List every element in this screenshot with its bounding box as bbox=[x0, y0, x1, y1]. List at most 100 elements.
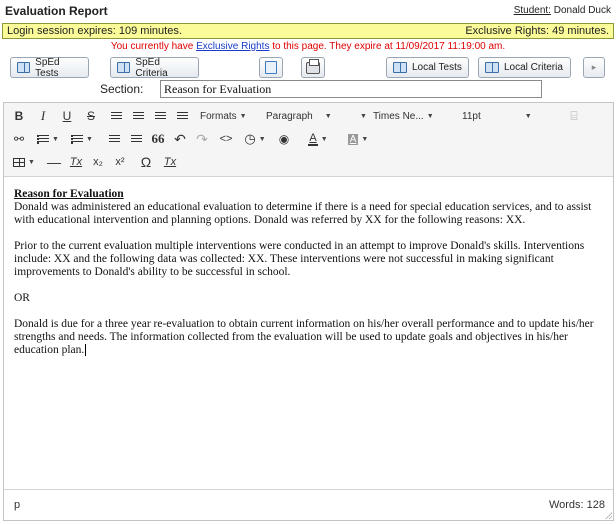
special-character-button[interactable]: Ω bbox=[136, 151, 156, 173]
undo-icon: ↶ bbox=[174, 130, 186, 147]
element-path[interactable]: p bbox=[14, 499, 20, 511]
sped-criteria-label: SpEd Criteria bbox=[135, 56, 168, 79]
remove-format-button[interactable]: Tx bbox=[66, 151, 86, 173]
align-right-button[interactable] bbox=[150, 105, 170, 127]
paragraph-4-text: Donald is due for a three year re-evalua… bbox=[14, 318, 594, 356]
numbered-list-button[interactable]: ▼ bbox=[66, 128, 98, 150]
resize-grip-icon[interactable] bbox=[605, 512, 612, 519]
section-label: Section: bbox=[100, 82, 144, 96]
table-icon bbox=[13, 157, 26, 167]
outdent-icon bbox=[108, 134, 120, 144]
title-bar: Evaluation Report Student: Donald Duck bbox=[0, 0, 616, 22]
binoculars-icon: ⚯ bbox=[13, 132, 25, 146]
print-button[interactable] bbox=[301, 57, 325, 78]
align-left-icon bbox=[110, 111, 122, 121]
align-right-icon bbox=[154, 111, 166, 121]
rights-message-after: to this page. They expire at 11/09/2017 … bbox=[269, 41, 506, 52]
formats-dropdown[interactable]: Formats ▼ bbox=[200, 105, 260, 127]
formats-label: Formats bbox=[200, 110, 237, 122]
word-count: Words: 128 bbox=[548, 499, 605, 511]
strikethrough-button[interactable]: S bbox=[80, 105, 102, 127]
editor-toolbar: B I U S Formats ▼ Paragraph ▼ ▼ Times Ne...… bbox=[4, 103, 613, 177]
paragraph-dropdown[interactable]: Paragraph ▼ bbox=[266, 105, 350, 127]
indent-button[interactable] bbox=[126, 128, 146, 150]
blockquote-button[interactable]: 66 bbox=[148, 128, 168, 150]
undo-button[interactable]: ↶ bbox=[170, 128, 190, 150]
horizontal-line-icon: — bbox=[47, 154, 61, 170]
align-justify-button[interactable] bbox=[172, 105, 192, 127]
chevron-right-icon: ▸ bbox=[591, 62, 597, 72]
eye-icon: ◉ bbox=[278, 132, 290, 146]
exclusive-rights-link[interactable]: Exclusive Rights bbox=[196, 41, 269, 52]
document-heading: Reason for Evaluation bbox=[14, 188, 124, 200]
rights-message: You currently have Exclusive Rights to t… bbox=[0, 41, 616, 52]
font-family-label: Times Ne... bbox=[372, 110, 424, 122]
italic-button[interactable]: I bbox=[32, 105, 54, 127]
section-input[interactable] bbox=[160, 80, 542, 98]
book-icon bbox=[485, 62, 499, 73]
align-center-icon bbox=[132, 111, 144, 121]
exclusive-rights-time: Exclusive Rights: 49 minutes. bbox=[465, 25, 609, 37]
local-criteria-label: Local Criteria bbox=[504, 62, 563, 73]
align-justify-icon bbox=[176, 111, 188, 121]
student-name: Donald Duck bbox=[553, 5, 611, 16]
paragraph-3: OR bbox=[14, 292, 30, 304]
align-left-button[interactable] bbox=[106, 105, 126, 127]
local-criteria-button[interactable]: Local Criteria bbox=[478, 57, 571, 78]
page-break-button[interactable]: ⌸ bbox=[564, 105, 584, 127]
preview-button[interactable]: ◉ bbox=[274, 128, 294, 150]
font-size-dropdown[interactable]: 11pt ▼ bbox=[462, 105, 554, 127]
find-replace-button[interactable]: ⚯ bbox=[8, 128, 30, 150]
caret-down-icon: ▼ bbox=[239, 112, 247, 120]
insert-time-button[interactable]: ◷ ▼ bbox=[240, 128, 270, 150]
outdent-button[interactable] bbox=[104, 128, 124, 150]
book-icon bbox=[393, 62, 407, 73]
underline-button[interactable]: U bbox=[56, 105, 78, 127]
font-size-label: 11pt bbox=[462, 110, 481, 122]
text-cursor bbox=[85, 344, 87, 356]
sped-tests-button[interactable]: SpEd Tests bbox=[10, 56, 89, 79]
student-info: Student: Donald Duck bbox=[514, 5, 611, 16]
book-icon bbox=[17, 62, 31, 73]
align-center-button[interactable] bbox=[128, 105, 148, 127]
indent-icon bbox=[130, 134, 142, 144]
table-button[interactable]: ▼ bbox=[8, 151, 40, 173]
toolbar-row-3: ▼ — Tx x₂ x² Ω Tx bbox=[4, 151, 613, 173]
sped-tests-label: SpEd Tests bbox=[35, 56, 60, 79]
caret-down-icon: ▼ bbox=[324, 112, 332, 120]
local-tests-button[interactable]: Local Tests bbox=[386, 57, 469, 78]
clear-formatting-button[interactable]: Tx bbox=[160, 151, 180, 173]
caret-down-icon: ▼ bbox=[258, 135, 266, 143]
bullet-list-icon bbox=[37, 134, 50, 144]
toolbar-row-1: B I U S Formats ▼ Paragraph ▼ ▼ Times Ne...… bbox=[4, 105, 613, 127]
caret-down-icon: ▼ bbox=[320, 135, 328, 143]
rich-text-editor: B I U S Formats ▼ Paragraph ▼ ▼ Times Ne...… bbox=[3, 102, 614, 521]
next-button[interactable]: ▸ bbox=[583, 57, 605, 78]
superscript-button[interactable]: x² bbox=[110, 151, 130, 173]
source-code-button[interactable]: <> bbox=[216, 128, 236, 150]
subscript-button[interactable]: x₂ bbox=[88, 151, 108, 173]
horizontal-line-button[interactable]: — bbox=[44, 151, 64, 173]
caret-down-icon: ▼ bbox=[361, 135, 369, 143]
redo-button[interactable]: ↷ bbox=[192, 128, 212, 150]
font-family-dropdown[interactable]: ▼ Times Ne... ▼ bbox=[360, 105, 452, 127]
session-expiry: Login session expires: 109 minutes. bbox=[7, 25, 182, 37]
sped-criteria-button[interactable]: SpEd Criteria bbox=[110, 56, 199, 79]
book-icon bbox=[117, 62, 131, 73]
caret-down-icon: ▼ bbox=[86, 135, 93, 143]
session-bar: Login session expires: 109 minutes. Excl… bbox=[2, 23, 614, 39]
local-tests-label: Local Tests bbox=[412, 62, 462, 73]
editor-content[interactable]: Reason for Evaluation Donald was adminis… bbox=[4, 178, 613, 490]
bullet-list-button[interactable]: ▼ bbox=[32, 128, 64, 150]
paragraph-2: Prior to the current evaluation multiple… bbox=[14, 240, 585, 278]
paragraph-label: Paragraph bbox=[266, 110, 313, 122]
document-button[interactable] bbox=[259, 57, 283, 78]
background-color-icon: A bbox=[347, 133, 359, 145]
caret-down-icon: ▼ bbox=[524, 112, 532, 120]
bold-button[interactable]: B bbox=[8, 105, 30, 127]
student-label[interactable]: Student: bbox=[514, 5, 551, 16]
font-color-button[interactable]: A ▼ bbox=[300, 128, 336, 150]
redo-icon: ↷ bbox=[196, 130, 208, 147]
document-icon bbox=[265, 61, 277, 74]
background-color-button[interactable]: A ▼ bbox=[340, 128, 376, 150]
